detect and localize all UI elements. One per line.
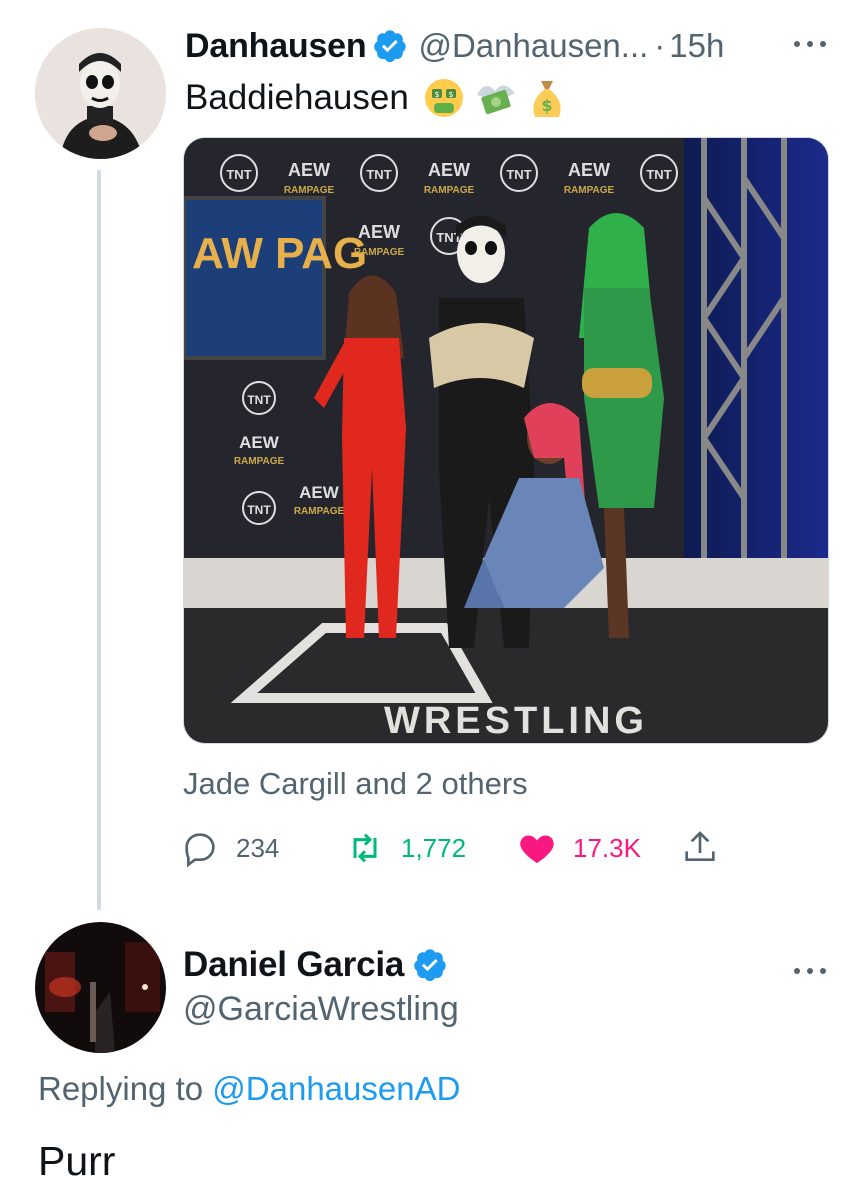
sign-tnt-7: TNT: [247, 503, 271, 517]
reply-text: Purr: [38, 1138, 116, 1184]
replying-to: Replying to @DanhausenAD: [38, 1070, 460, 1108]
avatar-image: [35, 28, 166, 159]
money-with-wings-icon: [476, 85, 515, 115]
tagged-people[interactable]: Jade Cargill and 2 others: [183, 766, 528, 802]
sign-aew-6: AEW: [299, 483, 340, 502]
svg-text:$: $: [448, 90, 453, 99]
author-name[interactable]: Danhausen: [185, 27, 367, 66]
replying-to-prefix: Replying to: [38, 1070, 204, 1107]
sign-tnt-6: TNT: [247, 393, 271, 407]
sign-rampage-5: RAMPAGE: [234, 456, 285, 467]
tweet-photo[interactable]: TNT AEW RAMPAGE TNT AEW RAMPAGE TNT AEW …: [183, 137, 829, 744]
sign-tnt-1: TNT: [226, 167, 251, 182]
sign-tnt-4: TNT: [646, 167, 671, 182]
avatar-daniel-garcia[interactable]: [35, 922, 166, 1053]
tweet-time[interactable]: 15h: [669, 27, 724, 65]
heart-filled-icon: [520, 835, 554, 863]
reply-header: Daniel Garcia: [183, 942, 448, 988]
reply-author-name[interactable]: Daniel Garcia: [183, 945, 404, 985]
reply-action[interactable]: 234: [180, 826, 279, 870]
share-action[interactable]: [680, 826, 736, 870]
tweet-header: Danhausen @Danhausen... · 15h: [185, 24, 724, 68]
avatar-image: [35, 922, 166, 1053]
retweet-count: 1,772: [401, 832, 467, 863]
reply-count: 234: [236, 832, 280, 863]
like-action[interactable]: 17.3K: [517, 826, 641, 870]
verified-badge-icon: [372, 28, 408, 64]
sign-tnt-3: TNT: [506, 167, 531, 182]
sign-rampage-6: RAMPAGE: [294, 506, 345, 517]
more-horizontal-icon[interactable]: [792, 28, 828, 62]
emoji-group: $ $ $: [423, 77, 567, 119]
author-handle[interactable]: @Danhausen...: [418, 27, 648, 65]
sign-rampage-3: RAMPAGE: [564, 185, 615, 196]
reply-icon: [185, 833, 215, 868]
sign-aew-3: AEW: [568, 160, 610, 180]
reply-author-handle[interactable]: @GarciaWrestling: [183, 990, 459, 1029]
sign-tnt-2: TNT: [366, 167, 391, 182]
separator-dot: ·: [654, 27, 666, 64]
retweet-icon: [353, 833, 377, 863]
replying-to-handle-link[interactable]: @DanhausenAD: [212, 1070, 460, 1107]
money-bag-icon: $: [533, 81, 561, 117]
money-mouth-face-icon: $ $: [424, 79, 463, 117]
tweet-text-row: Baddiehausen $ $ $: [185, 76, 567, 120]
sign-aew-1: AEW: [288, 160, 330, 180]
sign-aew-5: AEW: [239, 433, 280, 452]
retweet-action[interactable]: 1,772: [345, 826, 466, 870]
photo-scene: TNT AEW RAMPAGE TNT AEW RAMPAGE TNT AEW …: [184, 138, 828, 743]
screen-text: AW PAG: [192, 229, 367, 278]
tweet-text: Baddiehausen: [185, 78, 409, 117]
avatar-danhausen[interactable]: [35, 28, 166, 159]
verified-badge-icon: [412, 947, 448, 983]
more-horizontal-icon[interactable]: [792, 955, 828, 989]
like-count: 17.3K: [573, 832, 641, 863]
floor-text: WRESTLING: [384, 700, 648, 742]
svg-text:$: $: [434, 90, 439, 99]
share-icon: [685, 831, 715, 861]
thread-connector-line: [97, 170, 101, 910]
svg-text:$: $: [541, 96, 552, 115]
sign-aew-2: AEW: [428, 160, 470, 180]
sign-rampage-2: RAMPAGE: [424, 185, 475, 196]
sign-rampage-1: RAMPAGE: [284, 185, 335, 196]
